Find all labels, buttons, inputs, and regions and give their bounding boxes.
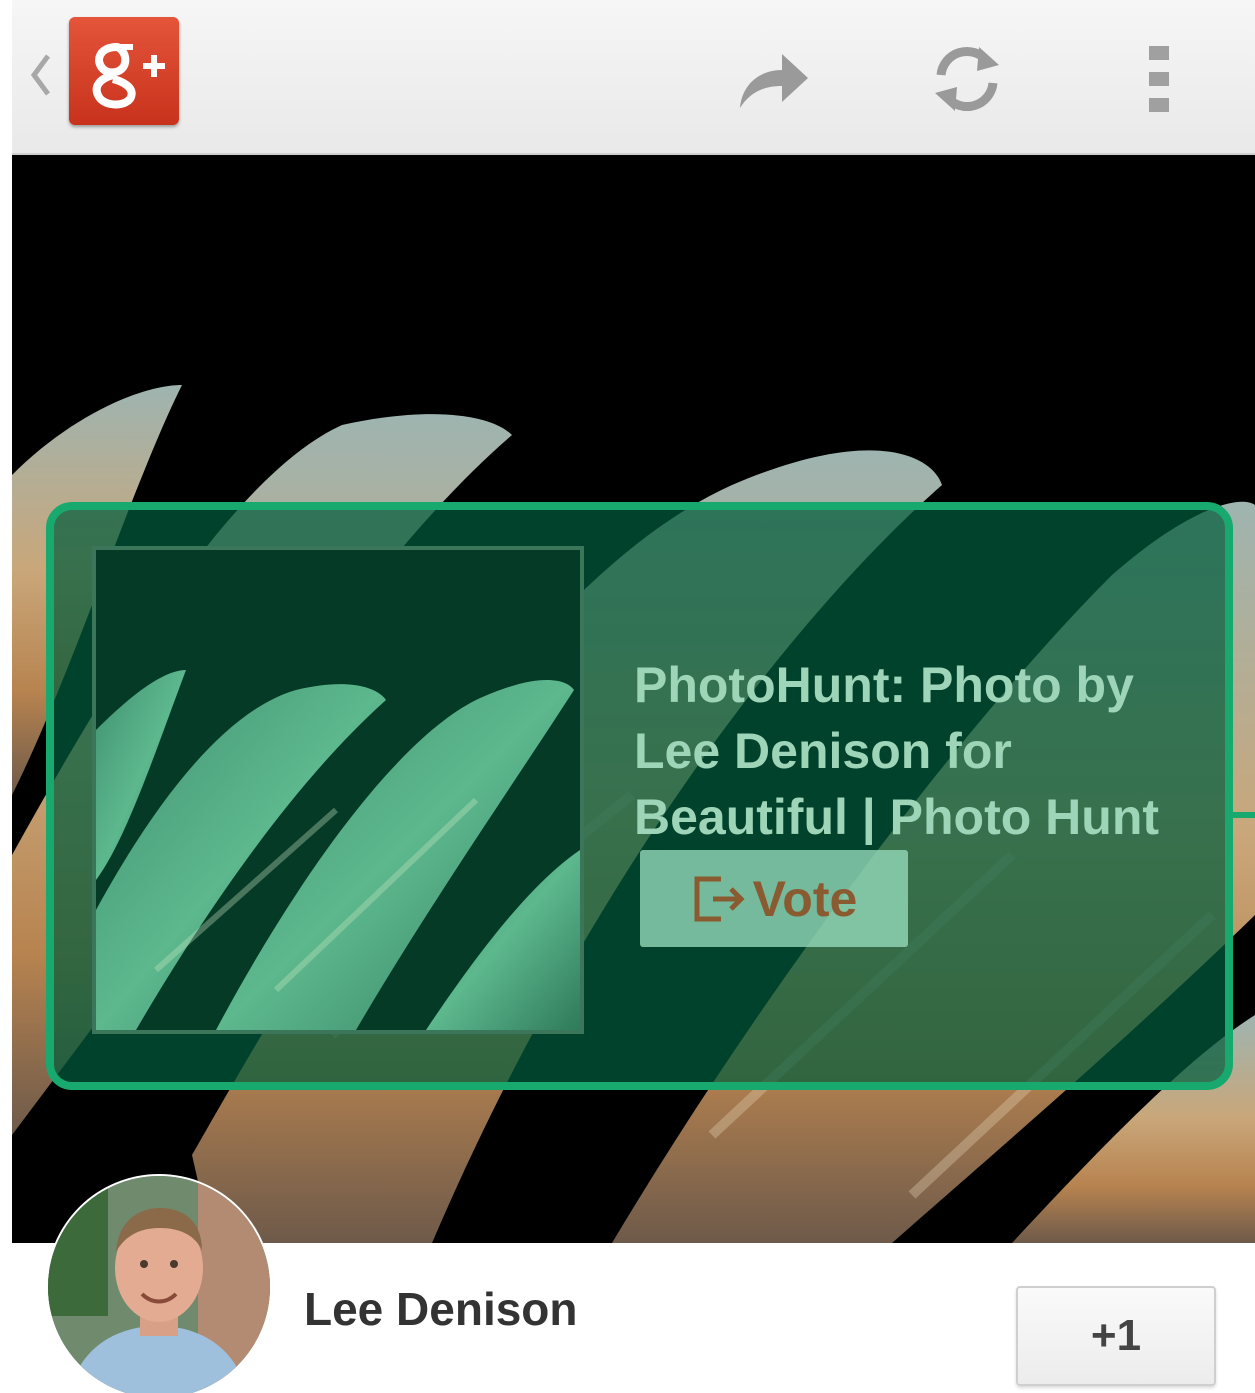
share-icon[interactable] bbox=[727, 34, 817, 124]
card-title: PhotoHunt: Photo by Lee Denison for Beau… bbox=[634, 657, 1160, 845]
refresh-icon[interactable] bbox=[922, 34, 1012, 124]
callout-connector bbox=[1225, 812, 1255, 818]
google-plus-logo[interactable] bbox=[69, 17, 179, 125]
vote-label: Vote bbox=[752, 870, 858, 927]
back-chevron-icon[interactable] bbox=[26, 50, 54, 100]
overflow-menu-icon[interactable] bbox=[1114, 34, 1204, 124]
vote-button[interactable]: Vote bbox=[640, 850, 908, 947]
google-plus-post-screen: PhotoHunt: Photo by Lee Denison for Beau… bbox=[12, 0, 1255, 1393]
plus-one-button[interactable]: +1 bbox=[1016, 1286, 1216, 1386]
interactive-post-card[interactable]: PhotoHunt: Photo by Lee Denison for Beau… bbox=[46, 502, 1233, 1090]
action-bar bbox=[12, 0, 1255, 155]
author-avatar[interactable] bbox=[48, 1176, 270, 1393]
open-external-icon bbox=[694, 876, 745, 921]
author-name[interactable]: Lee Denison bbox=[304, 1282, 578, 1336]
photo-thumbnail bbox=[92, 546, 584, 1034]
